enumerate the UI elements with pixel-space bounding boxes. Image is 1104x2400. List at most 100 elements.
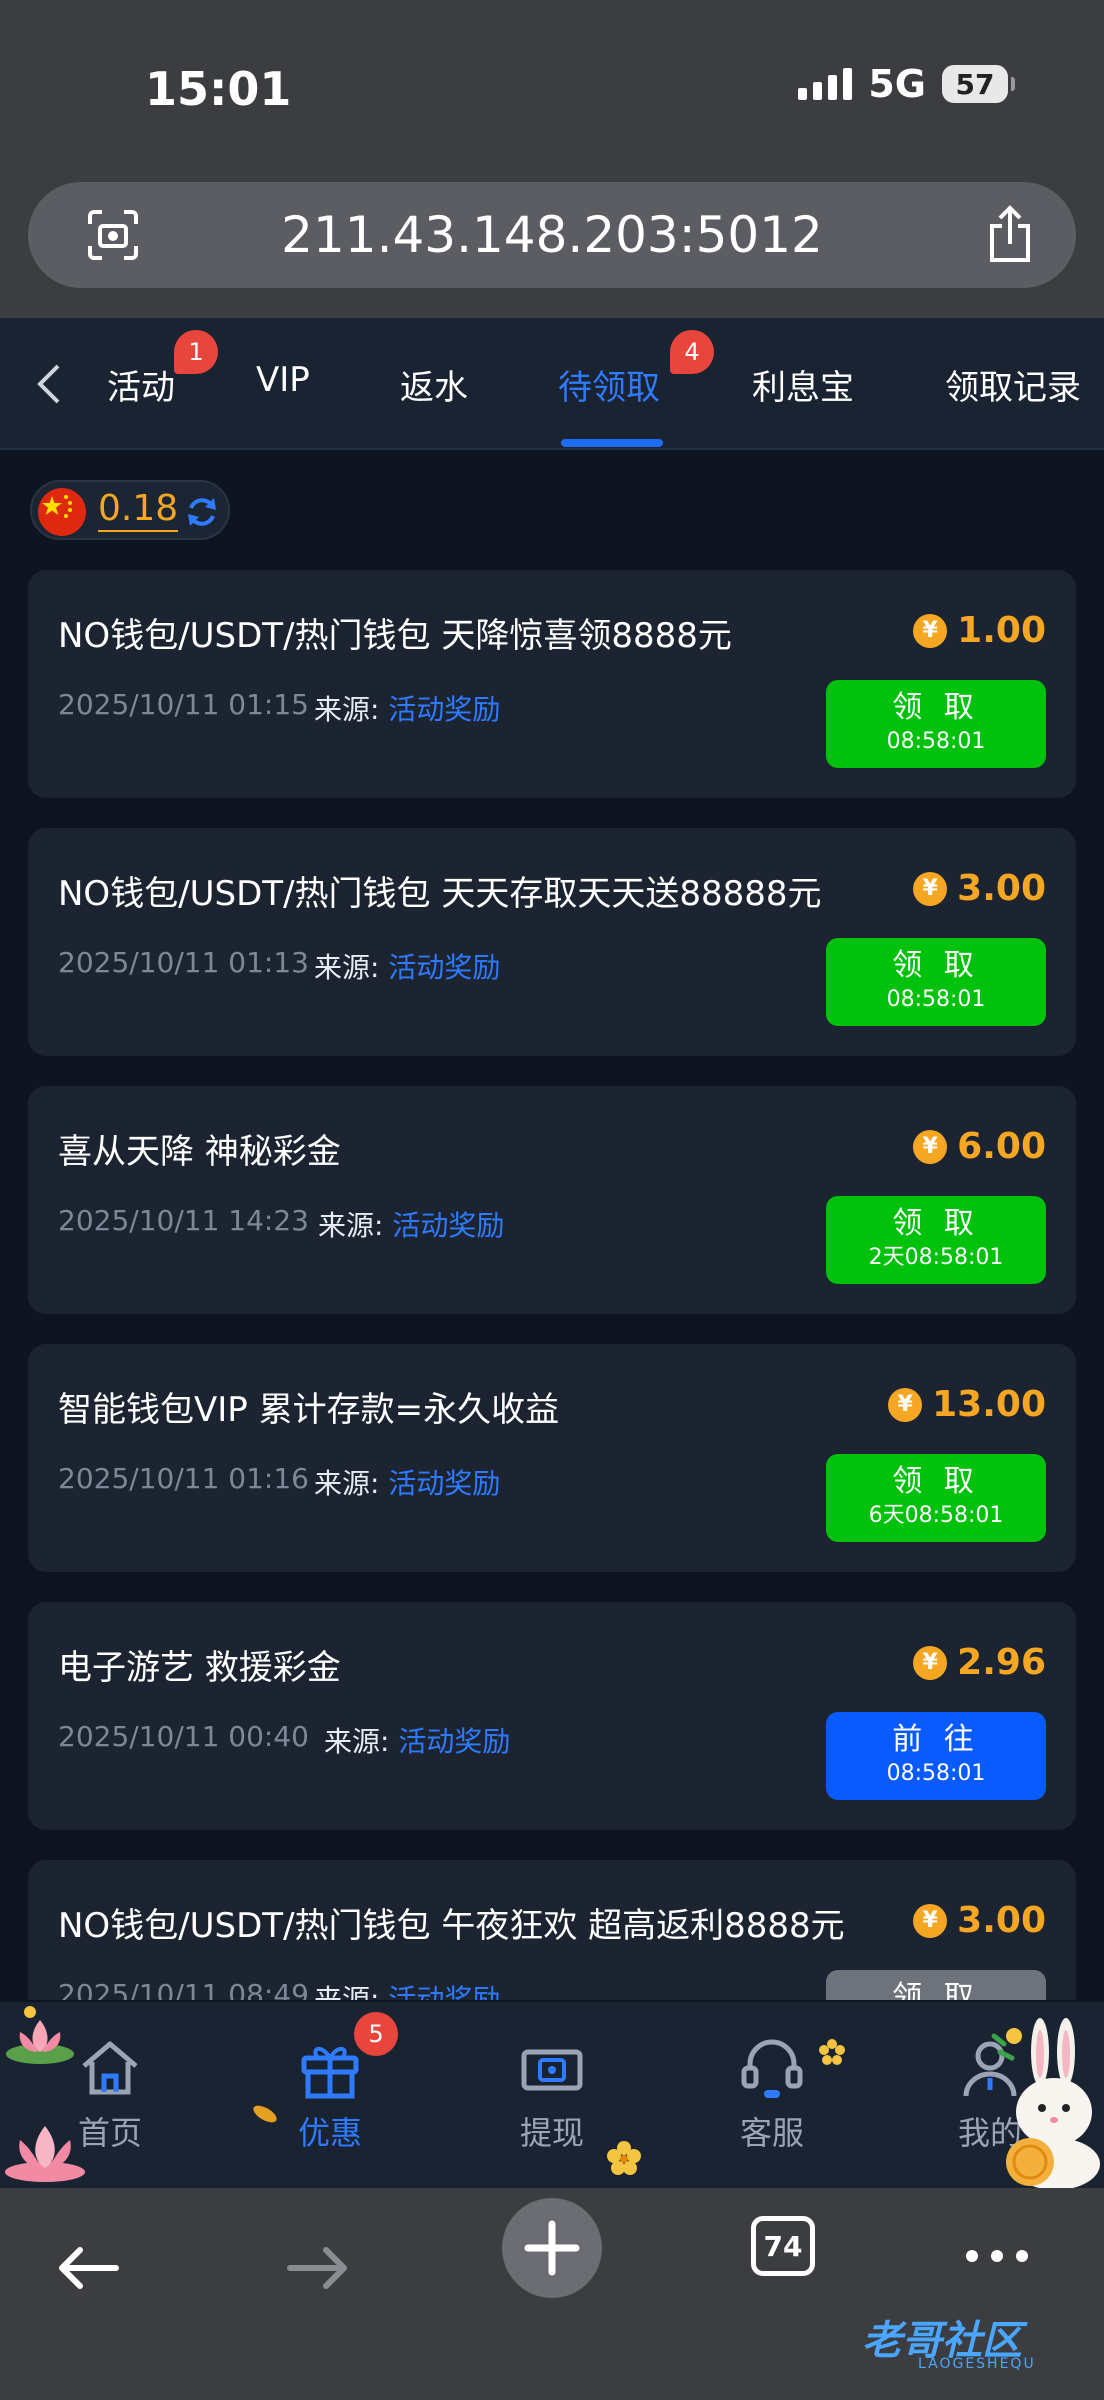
claim-button-label: 领 取 — [892, 948, 980, 983]
claim-button-label: 领 取 — [892, 690, 980, 725]
bottom-nav: 首页 优惠 5 提现 客服 我的 — [0, 2002, 1104, 2188]
nav-withdraw[interactable]: 提现 — [492, 2032, 612, 2154]
reward-date: 2025/10/11 14:23 — [58, 1204, 309, 1237]
nav-promotions-label: 优惠 — [297, 2114, 362, 2152]
reward-amount: ¥6.00 — [913, 1126, 1046, 1167]
watermark-subtitle: LAOGESHEQU — [918, 2356, 1036, 2372]
battery-level: 57 — [955, 67, 995, 101]
status-indicators: 5G 57 — [798, 62, 1015, 106]
tab-pending-badge: 4 — [670, 330, 714, 374]
yen-coin-icon: ¥ — [913, 1645, 948, 1680]
claim-countdown: 08:58:01 — [886, 1761, 986, 1786]
claim-countdown: 6天08:58:01 — [868, 1503, 1004, 1528]
reward-amount: ¥1.00 — [913, 610, 1046, 651]
browser-back-icon[interactable] — [54, 2244, 120, 2292]
lotus-flower-icon — [6, 2006, 74, 2064]
claim-button[interactable]: 领 取 — [826, 1970, 1046, 2000]
active-tab-indicator — [561, 439, 663, 447]
flower-icon — [607, 2141, 641, 2175]
reward-source: 来源: 活动奖励 — [318, 1204, 504, 1244]
leaf-icon — [253, 2105, 277, 2123]
signal-icon — [798, 68, 853, 100]
lotus-flower-icon — [5, 2126, 85, 2182]
reward-amount-value: 3.00 — [957, 1900, 1046, 1941]
source-link[interactable]: 活动奖励 — [392, 1209, 504, 1242]
source-link[interactable]: 活动奖励 — [388, 1983, 500, 2000]
rabbit-mascot-icon — [991, 2018, 1100, 2188]
reward-date: 2025/10/11 01:15 — [58, 688, 309, 721]
claim-countdown: 08:58:01 — [886, 987, 986, 1012]
reward-title: 智能钱包VIP 累计存款=永久收益 — [58, 1390, 560, 1430]
plus-icon — [524, 2220, 580, 2276]
claim-button[interactable]: 领 取 6天08:58:01 — [826, 1454, 1046, 1542]
source-label: 来源: — [314, 951, 380, 984]
tab-interest[interactable]: 利息宝 — [752, 360, 854, 409]
tab-claim-history[interactable]: 领取记录 — [945, 360, 1081, 409]
reward-card: 电子游艺 救援彩金 ¥2.96 2025/10/11 00:40 来源: 活动奖… — [28, 1602, 1076, 1830]
claim-button[interactable]: 领 取 2天08:58:01 — [826, 1196, 1046, 1284]
yen-coin-icon: ¥ — [888, 1387, 923, 1422]
share-icon[interactable] — [984, 204, 1036, 264]
nav-support-label: 客服 — [739, 2114, 804, 2152]
reward-title: 电子游艺 救援彩金 — [58, 1648, 341, 1688]
reward-source: 来源: 活动奖励 — [314, 688, 500, 728]
browser-bottom-toolbar: 74 老哥社区 LAOGESHEQU — [0, 2188, 1104, 2400]
reward-title: NO钱包/USDT/热门钱包 天天存取天天送88888元 — [58, 874, 822, 914]
claim-button[interactable]: 领 取 08:58:01 — [826, 938, 1046, 1026]
goto-button-label: 前 往 — [892, 1722, 980, 1757]
tab-pending[interactable]: 待领取 — [558, 360, 660, 409]
home-icon — [82, 2041, 138, 2095]
nav-withdraw-label: 提现 — [519, 2114, 584, 2152]
yen-coin-icon: ¥ — [913, 871, 948, 906]
reward-card: NO钱包/USDT/热门钱包 午夜狂欢 超高返利8888元 ¥3.00 2025… — [28, 1860, 1076, 2000]
headset-icon — [741, 2039, 803, 2098]
reward-amount-value: 2.96 — [957, 1642, 1046, 1683]
browser-forward-icon[interactable] — [286, 2244, 352, 2292]
reward-date: 2025/10/11 01:13 — [58, 946, 309, 979]
source-link[interactable]: 活动奖励 — [388, 1467, 500, 1500]
reward-card: NO钱包/USDT/热门钱包 天天存取天天送88888元 ¥3.00 2025/… — [28, 828, 1076, 1056]
claim-countdown: 2天08:58:01 — [868, 1245, 1004, 1270]
reward-amount: ¥13.00 — [888, 1384, 1046, 1425]
refresh-icon[interactable] — [184, 494, 220, 530]
reward-amount-value: 13.00 — [932, 1384, 1046, 1425]
source-link[interactable]: 活动奖励 — [398, 1725, 510, 1758]
yen-coin-icon: ¥ — [913, 1903, 948, 1938]
tab-rebate[interactable]: 返水 — [400, 360, 468, 409]
tab-activity[interactable]: 活动 — [105, 360, 175, 409]
flower-icon — [819, 2039, 845, 2065]
reward-list[interactable]: NO钱包/USDT/热门钱包 天降惊喜领8888元 ¥1.00 2025/10/… — [0, 570, 1104, 2000]
back-chevron-icon[interactable] — [30, 362, 70, 406]
goto-button[interactable]: 前 往 08:58:01 — [826, 1712, 1046, 1800]
reward-source: 来源: 活动奖励 — [314, 1978, 500, 2000]
tab-switcher-button[interactable]: 74 — [751, 2216, 815, 2276]
address-bar[interactable]: 211.43.148.203:5012 — [28, 182, 1076, 288]
china-flag-icon — [38, 488, 86, 536]
claim-button[interactable]: 领 取 08:58:01 — [826, 680, 1046, 768]
source-link[interactable]: 活动奖励 — [388, 951, 500, 984]
nav-promotions-badge: 5 — [354, 2012, 398, 2056]
reward-card: 智能钱包VIP 累计存款=永久收益 ¥13.00 2025/10/11 01:1… — [28, 1344, 1076, 1572]
source-link[interactable]: 活动奖励 — [388, 693, 500, 726]
url-text[interactable]: 211.43.148.203:5012 — [28, 206, 1076, 264]
new-tab-button[interactable] — [502, 2198, 602, 2298]
tab-activity-badge: 1 — [174, 330, 218, 374]
source-label: 来源: — [324, 1725, 390, 1758]
reward-amount: ¥3.00 — [913, 1900, 1046, 1941]
claim-button-label: 领 取 — [892, 1206, 980, 1241]
browser-top-chrome: 15:01 5G 57 211.43.148.203:5012 — [0, 0, 1104, 318]
more-menu-icon[interactable] — [962, 2244, 1032, 2268]
tab-vip[interactable]: VIP — [256, 360, 310, 400]
reward-amount: ¥3.00 — [913, 868, 1046, 909]
reward-card: 喜从天降 神秘彩金 ¥6.00 2025/10/11 14:23 来源: 活动奖… — [28, 1086, 1076, 1314]
source-label: 来源: — [314, 1467, 380, 1500]
claim-button-label: 领 取 — [892, 1464, 980, 1499]
reward-amount-value: 6.00 — [957, 1126, 1046, 1167]
nav-promotions[interactable]: 优惠 5 — [270, 2012, 398, 2154]
battery-icon: 57 — [942, 65, 1015, 103]
reward-title: NO钱包/USDT/热门钱包 天降惊喜领8888元 — [58, 616, 732, 656]
source-label: 来源: — [318, 1209, 384, 1242]
balance-chip: 0.18 — [30, 480, 230, 540]
reward-title: 喜从天降 神秘彩金 — [58, 1132, 341, 1172]
nav-support[interactable]: 客服 — [712, 2032, 832, 2154]
